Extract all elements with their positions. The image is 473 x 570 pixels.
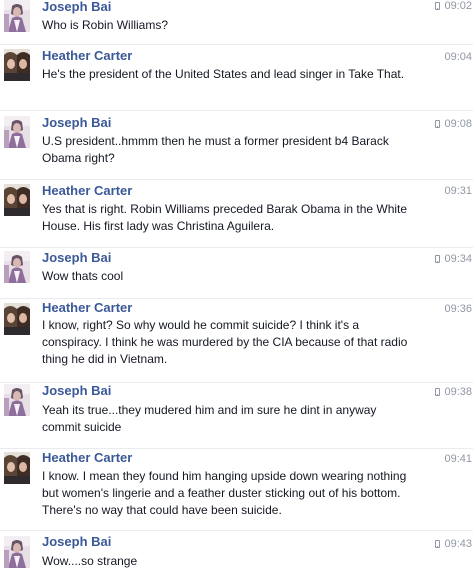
message-text: He's the president of the United States … [42, 67, 405, 81]
avatar-joseph[interactable] [4, 251, 30, 283]
avatar-joseph[interactable] [4, 384, 30, 416]
message-time: 09:43 [435, 538, 472, 550]
avatar-joseph[interactable] [4, 536, 30, 568]
time-label: 09:02 [444, 0, 472, 12]
message-item: Heather Carter 09:04 He's the president … [0, 45, 473, 111]
message-time: 09:36 [444, 303, 472, 315]
time-label: 09:08 [444, 118, 472, 130]
sender-name[interactable]: Joseph Bai [42, 383, 111, 398]
phone-icon [435, 540, 441, 548]
time-label: 09:36 [444, 303, 472, 315]
phone-icon [435, 388, 441, 396]
phone-icon [435, 120, 441, 128]
message-text: Yes that is right. Robin Williams preced… [42, 202, 408, 233]
sender-name[interactable]: Heather Carter [42, 300, 132, 315]
avatar-heather[interactable] [4, 452, 30, 484]
message-item: Joseph Bai 09:02 Who is Robin Williams? [0, 0, 473, 45]
time-label: 09:04 [444, 51, 472, 63]
sender-name[interactable]: Heather Carter [42, 48, 132, 63]
sender-name[interactable]: Joseph Bai [42, 115, 111, 130]
time-label: 09:43 [444, 538, 472, 550]
time-label: 09:31 [444, 185, 472, 197]
sender-name[interactable]: Joseph Bai [42, 0, 111, 14]
message-text: I know, right? So why would he commit su… [42, 318, 408, 366]
message-item: Heather Carter 09:36 I know, right? So w… [0, 299, 473, 383]
phone-icon [435, 2, 441, 10]
phone-icon [435, 255, 441, 263]
sender-name[interactable]: Joseph Bai [42, 534, 111, 549]
message-time: 09:02 [435, 0, 472, 12]
message-item: Joseph Bai 09:08 U.S president..hmmm the… [0, 111, 473, 180]
message-item: Joseph Bai 09:38 Yeah its true...they mu… [0, 383, 473, 449]
message-item: Joseph Bai 09:43 Wow....so strange [0, 531, 473, 569]
message-text: Yeah its true...they mudered him and im … [42, 403, 377, 434]
time-label: 09:38 [444, 386, 472, 398]
message-time: 09:34 [435, 253, 472, 265]
avatar-heather[interactable] [4, 303, 30, 335]
sender-name[interactable]: Joseph Bai [42, 250, 111, 265]
message-text: Wow....so strange [42, 554, 138, 568]
sender-name[interactable]: Heather Carter [42, 450, 132, 465]
message-text: U.S president..hmmm then he must a forme… [42, 134, 389, 165]
message-text: Wow thats cool [42, 269, 124, 283]
time-label: 09:34 [444, 253, 472, 265]
message-time: 09:04 [444, 51, 472, 63]
avatar-joseph[interactable] [4, 0, 30, 32]
message-item: Joseph Bai 09:34 Wow thats cool [0, 248, 473, 299]
message-text: Who is Robin Williams? [42, 18, 169, 32]
message-time: 09:38 [435, 386, 472, 398]
message-time: 09:41 [444, 453, 472, 465]
sender-name[interactable]: Heather Carter [42, 183, 132, 198]
message-item: Heather Carter 09:41 I know. I mean they… [0, 449, 473, 531]
message-text: I know. I mean they found him hanging up… [42, 469, 407, 517]
message-time: 09:08 [435, 118, 472, 130]
avatar-heather[interactable] [4, 49, 30, 81]
message-item: Heather Carter 09:31 Yes that is right. … [0, 180, 473, 248]
message-time: 09:31 [444, 185, 472, 197]
avatar-joseph[interactable] [4, 116, 30, 148]
time-label: 09:41 [444, 453, 472, 465]
avatar-heather[interactable] [4, 184, 30, 216]
